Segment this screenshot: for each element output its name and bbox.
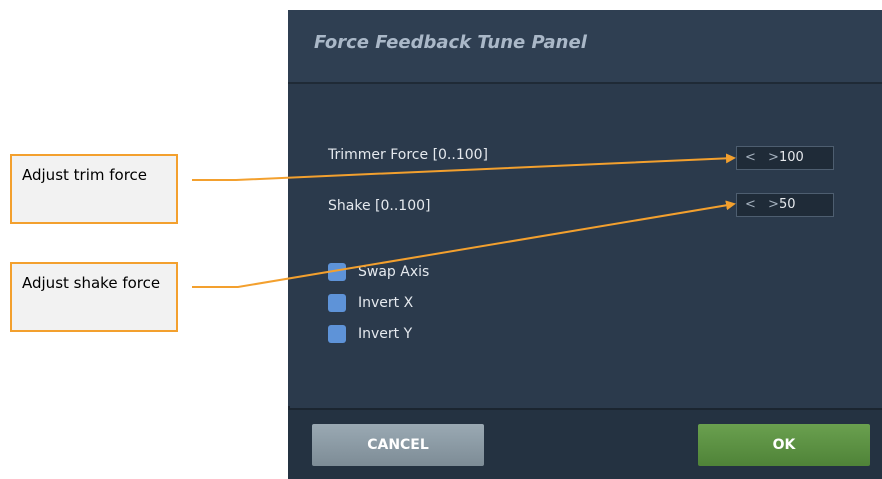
- trim-callout-arrow: [192, 153, 736, 181]
- shake-callout-arrow: [192, 200, 736, 288]
- callout-lines: [192, 153, 736, 288]
